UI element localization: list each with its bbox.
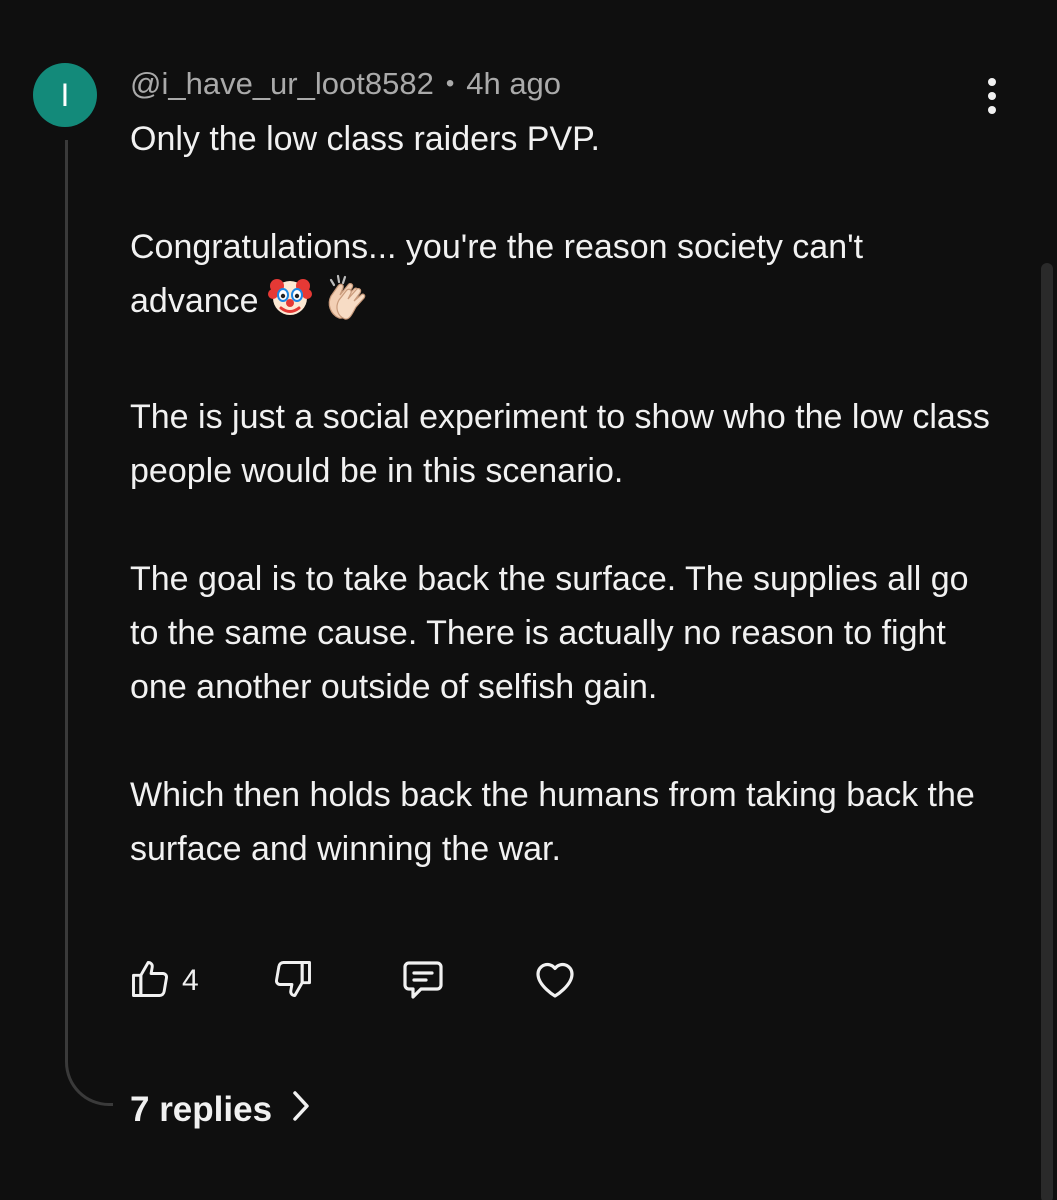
like-button[interactable]: 4 <box>128 957 199 1006</box>
avatar[interactable]: I <box>33 63 97 127</box>
comment-paragraph-text: Congratulations... you're the reason soc… <box>130 228 864 320</box>
more-vertical-icon-dot <box>988 92 996 100</box>
clown-face-icon <box>267 274 313 336</box>
comment-text: Only the low class raiders PVP. Congratu… <box>130 112 990 876</box>
replies-label: 7 replies <box>130 1090 273 1129</box>
avatar-letter: I <box>60 77 70 113</box>
scrollbar[interactable] <box>1041 263 1053 1200</box>
username[interactable]: @i_have_ur_loot8582 <box>130 66 434 102</box>
heart-icon <box>531 955 579 1008</box>
timestamp[interactable]: 4h ago <box>466 66 561 102</box>
comment-paragraph: The goal is to take back the surface. Th… <box>130 560 969 706</box>
comment-paragraph: Only the low class raiders PVP. <box>130 120 600 158</box>
more-vertical-icon <box>988 78 996 86</box>
separator-dot: • <box>445 70 455 97</box>
comment-paragraph: Congratulations... you're the reason soc… <box>130 220 990 336</box>
thumbs-up-icon <box>128 957 172 1006</box>
thumbs-down-icon <box>271 957 315 1006</box>
reply-button[interactable] <box>399 955 447 1008</box>
comment-paragraph: Which then holds back the humans from ta… <box>130 776 975 868</box>
comment-thread: I @i_have_ur_loot8582 • 4h ago Only the … <box>0 0 1057 1200</box>
heart-button[interactable] <box>531 955 579 1008</box>
chevron-right-icon <box>272 1089 312 1132</box>
like-count: 4 <box>182 964 199 997</box>
comment-actions: 4 <box>128 955 579 1007</box>
thread-connector-line <box>65 140 113 1106</box>
view-replies-button[interactable]: 7 replies <box>130 1086 312 1134</box>
reply-comment-icon <box>399 955 447 1008</box>
dislike-button[interactable] <box>271 957 315 1006</box>
comment-header: @i_have_ur_loot8582 • 4h ago <box>130 62 561 106</box>
clapping-hands-icon <box>321 274 371 336</box>
comment-paragraph: The is just a social experiment to show … <box>130 398 990 490</box>
